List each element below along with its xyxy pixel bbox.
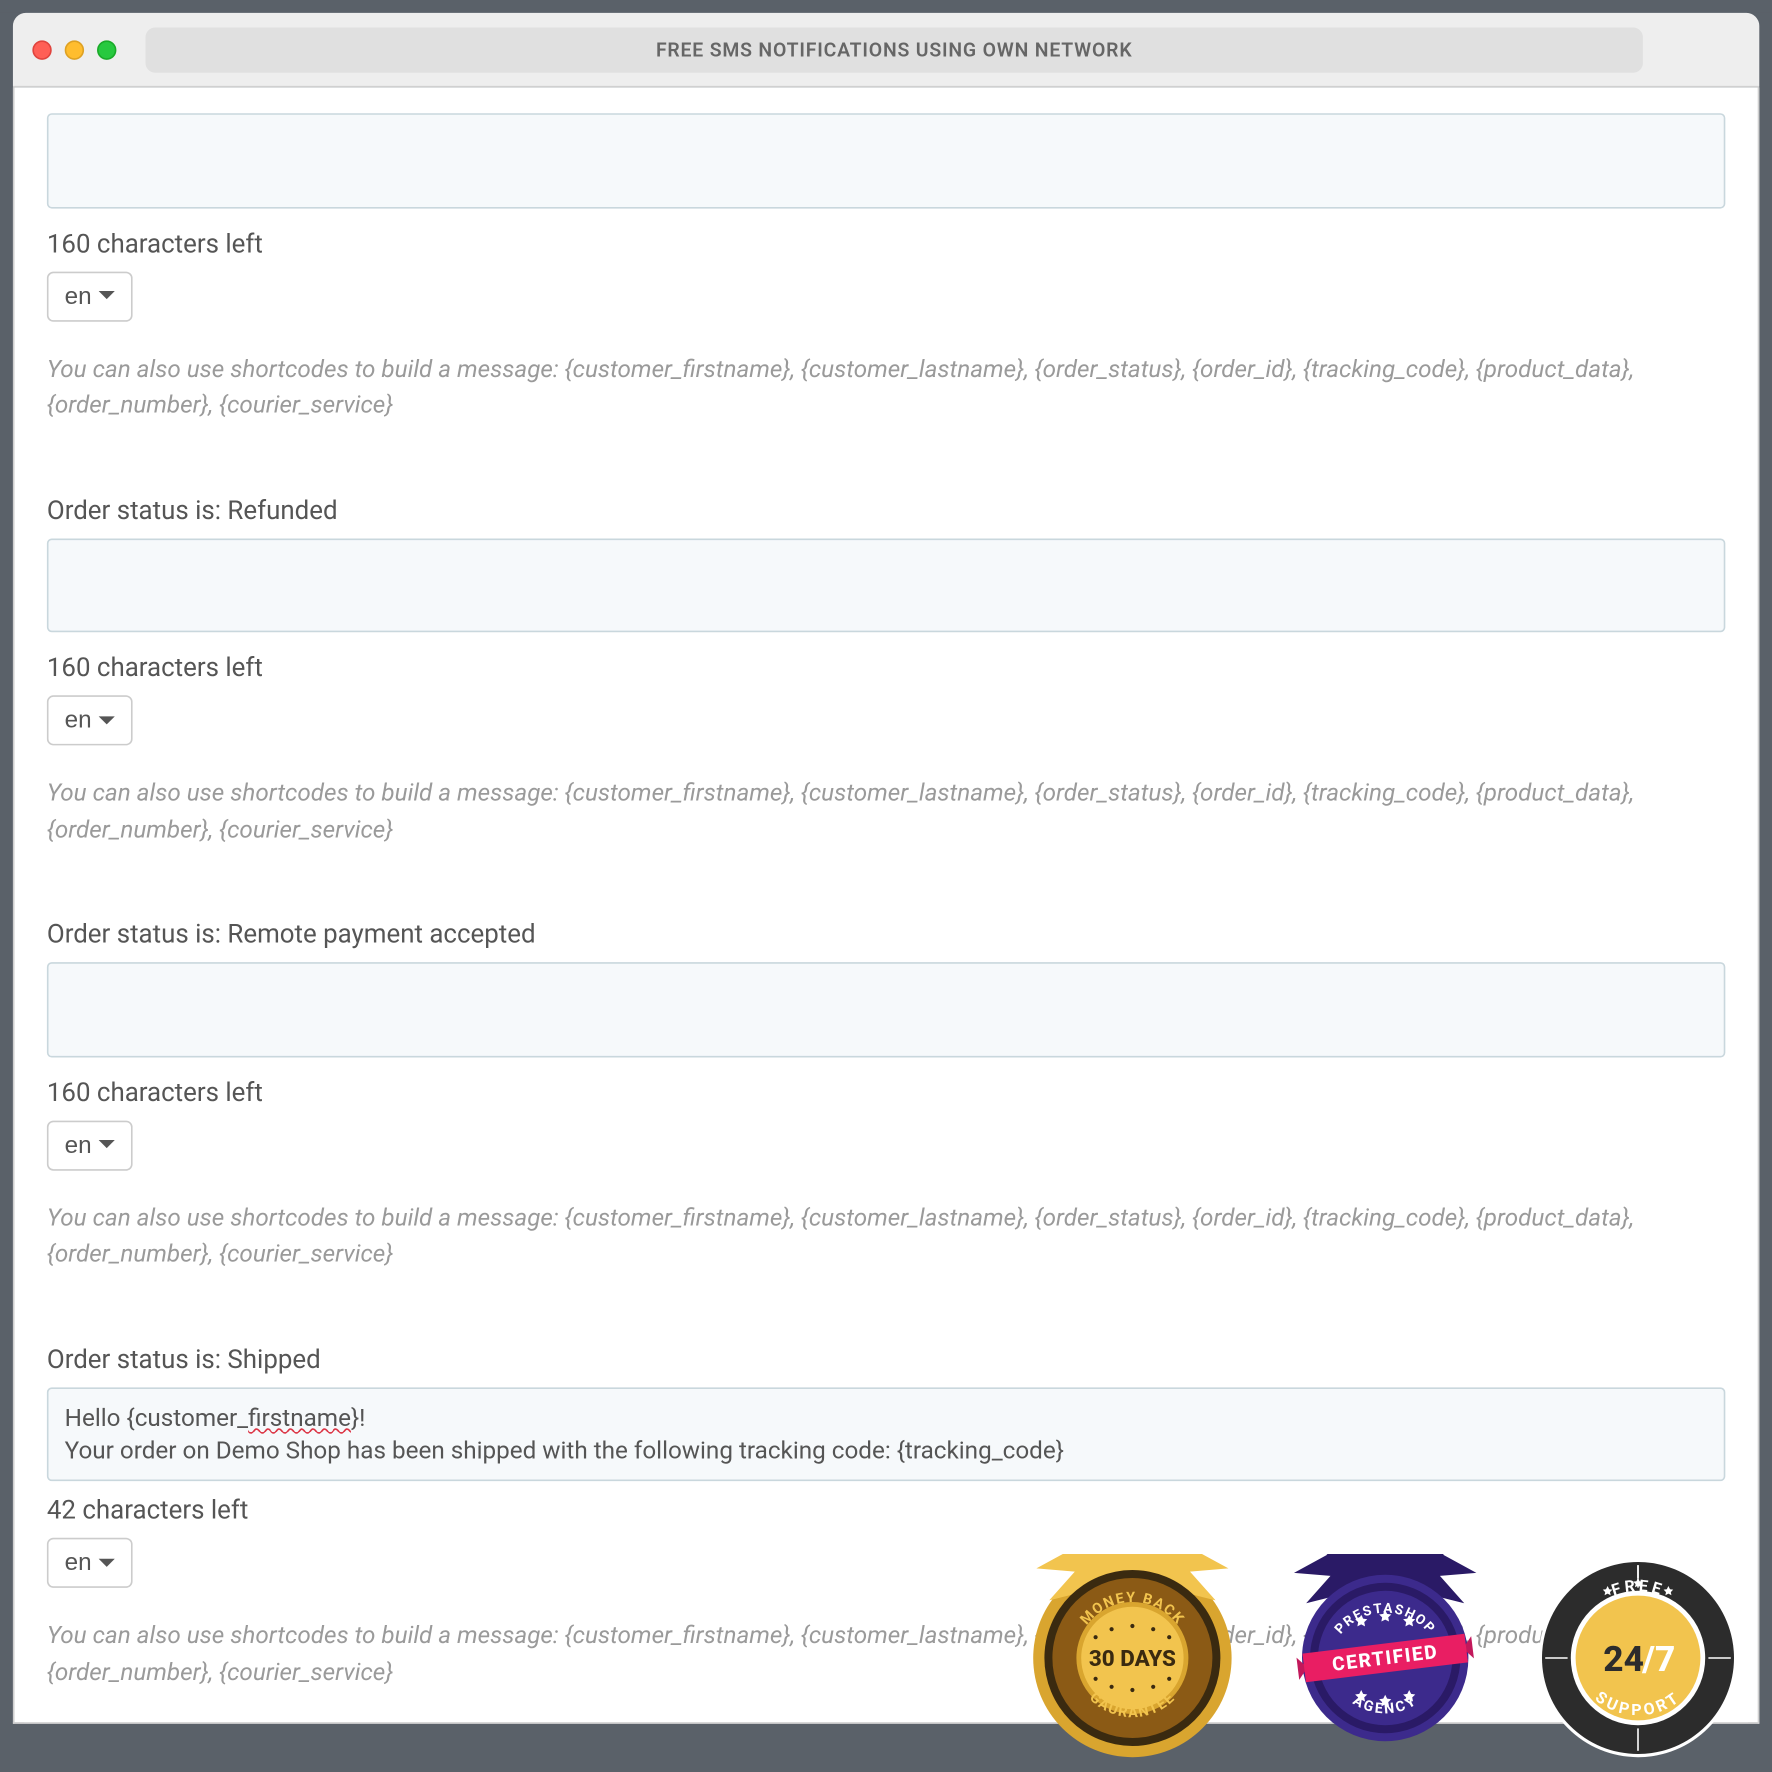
- content-area: 160 characters left en You can also use …: [13, 87, 1759, 1723]
- shortcodes-hint-remote: You can also use shortcodes to build a m…: [47, 1199, 1725, 1272]
- chars-left-shipped: 42 characters left: [47, 1494, 1725, 1525]
- section-label-remote: Order status is: Remote payment accepted: [47, 918, 1725, 949]
- chars-left-remote: 160 characters left: [47, 1076, 1725, 1107]
- language-select-shipped[interactable]: en: [47, 1538, 132, 1588]
- chevron-down-icon: [98, 714, 114, 727]
- sms-message-input-remote[interactable]: [47, 962, 1725, 1057]
- language-select-refunded[interactable]: en: [47, 695, 132, 745]
- traffic-lights: [32, 40, 116, 59]
- money-back-badge: MONEY BACK GAURANTEE 30 DAYS: [1028, 1554, 1236, 1762]
- shortcodes-hint-0: You can also use shortcodes to build a m…: [47, 350, 1725, 423]
- sms-message-input-shipped[interactable]: Hello {customer_firstname}!Your order on…: [47, 1387, 1725, 1482]
- chevron-down-icon: [98, 1556, 114, 1569]
- chevron-down-icon: [98, 1138, 114, 1151]
- window-title: FREE SMS NOTIFICATIONS USING OWN NETWORK: [656, 38, 1132, 61]
- window-title-pill: FREE SMS NOTIFICATIONS USING OWN NETWORK: [146, 27, 1643, 72]
- section-label-refunded: Order status is: Refunded: [47, 494, 1725, 525]
- sms-message-input-0[interactable]: [47, 113, 1725, 208]
- svg-text:/7: /7: [1641, 1638, 1675, 1680]
- chevron-down-icon: [98, 289, 114, 302]
- chars-left-0: 160 characters left: [47, 227, 1725, 258]
- shortcodes-hint-refunded: You can also use shortcodes to build a m…: [47, 775, 1725, 848]
- minimize-button[interactable]: [65, 40, 84, 59]
- chars-left-refunded: 160 characters left: [47, 652, 1725, 683]
- sms-message-input-refunded[interactable]: [47, 538, 1725, 633]
- svg-text:30 DAYS: 30 DAYS: [1089, 1646, 1176, 1672]
- close-button[interactable]: [32, 40, 51, 59]
- section-label-shipped: Order status is: Shipped: [47, 1343, 1725, 1374]
- window-titlebar: FREE SMS NOTIFICATIONS USING OWN NETWORK: [13, 13, 1759, 87]
- maximize-button[interactable]: [97, 40, 116, 59]
- svg-text:24: 24: [1603, 1638, 1644, 1680]
- language-select-0[interactable]: en: [47, 271, 132, 321]
- support-badge: FREE SUPPORT 24 /7: [1534, 1554, 1742, 1762]
- certified-badge: PRESTASHOP AGENCY CERTIFIED: [1281, 1554, 1489, 1762]
- language-select-remote[interactable]: en: [47, 1120, 132, 1170]
